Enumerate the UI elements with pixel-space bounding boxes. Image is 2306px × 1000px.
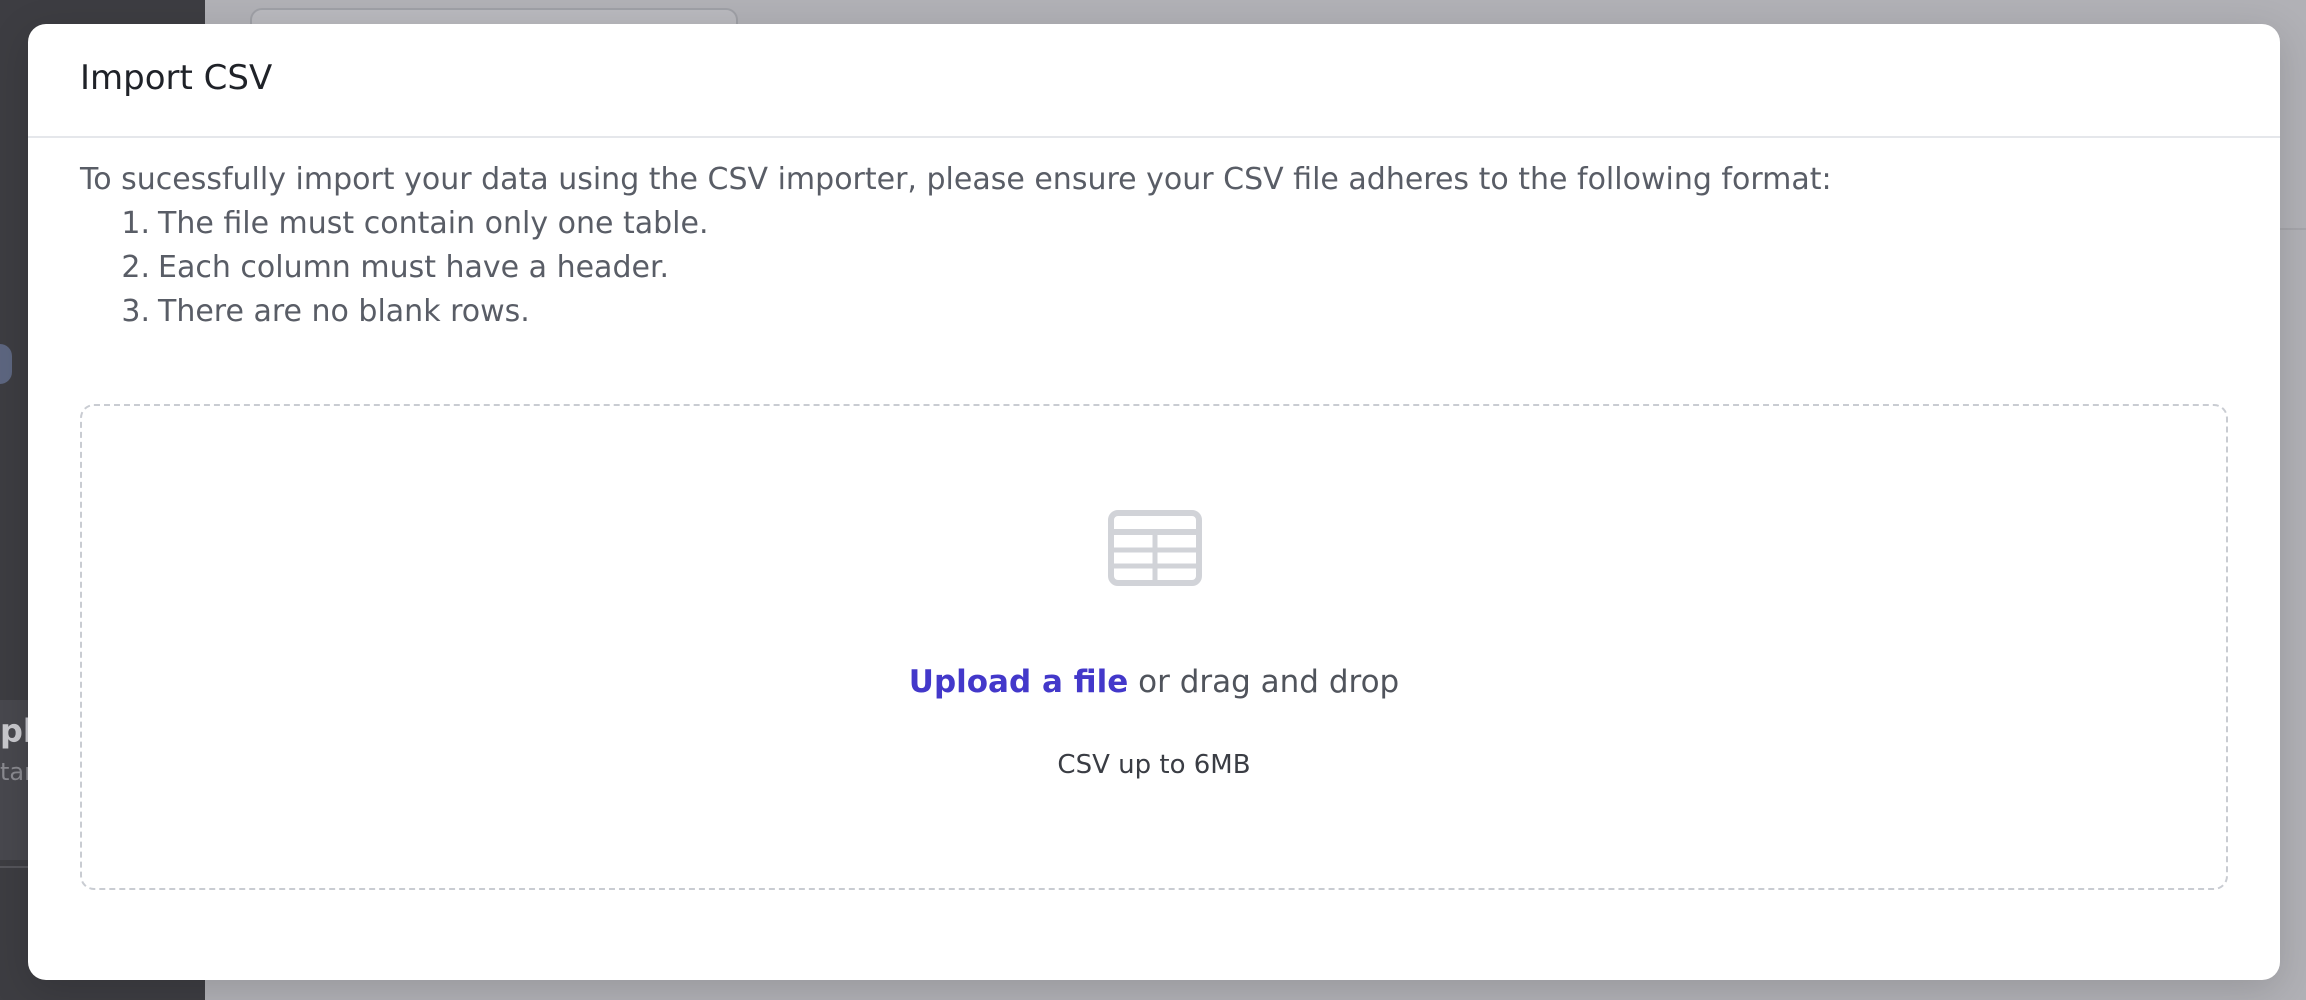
import-instructions: To sucessfully import your data using th… xyxy=(80,158,1832,334)
rule-text: Each column must have a header. xyxy=(158,250,670,285)
instructions-intro: To sucessfully import your data using th… xyxy=(80,162,1832,197)
upload-prompt: Upload a file or drag and drop xyxy=(82,664,2226,700)
drag-drop-text: or drag and drop xyxy=(1128,664,1400,700)
rule-number: 2. xyxy=(121,250,150,285)
table-icon xyxy=(1108,510,1202,586)
rule-number: 3. xyxy=(121,294,150,329)
format-rule: 1. The file must contain only one table. xyxy=(118,202,1832,246)
format-rule: 3. There are no blank rows. xyxy=(118,290,1832,334)
rule-text: There are no blank rows. xyxy=(158,294,530,329)
modal-title: Import CSV xyxy=(80,58,273,98)
import-csv-modal: Import CSV To sucessfully import your da… xyxy=(28,24,2280,980)
background-avatar xyxy=(0,344,12,384)
format-rule: 2. Each column must have a header. xyxy=(118,246,1832,290)
format-rules-list: 1. The file must contain only one table.… xyxy=(118,202,1832,334)
rule-number: 1. xyxy=(121,206,150,241)
rule-text: The file must contain only one table. xyxy=(158,206,709,241)
file-dropzone[interactable]: Upload a file or drag and drop CSV up to… xyxy=(80,404,2228,890)
modal-header: Import CSV xyxy=(28,24,2280,138)
upload-file-link[interactable]: Upload a file xyxy=(909,664,1129,700)
file-size-hint: CSV up to 6MB xyxy=(1057,750,1251,780)
